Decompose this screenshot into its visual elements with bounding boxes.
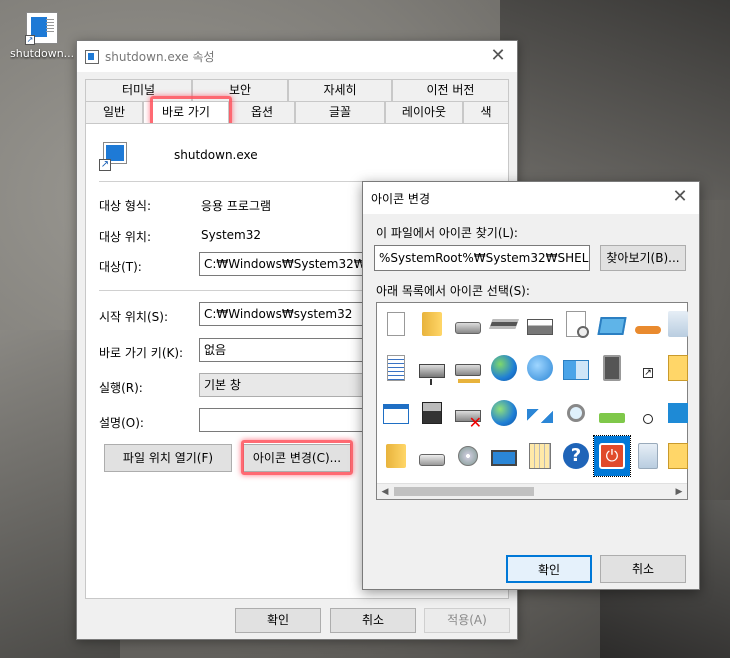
shortcut-arrow-icon[interactable]: ↗ [631,351,665,385]
recycle-bin-icon[interactable] [667,307,689,341]
network-computer-icon[interactable] [523,351,557,385]
folder-settings-icon[interactable] [667,439,689,473]
hand-share-icon[interactable] [631,307,665,341]
monitor-icon[interactable] [487,439,521,473]
globe-cursor-icon[interactable] [487,396,521,430]
desktop-background [500,0,730,200]
ok-button[interactable]: 확인 [235,608,321,633]
tab-options[interactable]: 옵션 [229,101,295,123]
target-location-label: 대상 위치: [99,230,152,244]
icon-list-label: 아래 목록에서 아이콘 선택(S): [376,284,530,298]
cd-drive-icon[interactable] [451,439,485,473]
scroll-left-icon[interactable]: ◀ [377,484,393,500]
floppy-icon[interactable] [415,396,449,430]
icon-list[interactable]: ↗ ✕ ? ⏻ ◀ ▶ [376,302,688,500]
network-icon[interactable] [523,396,557,430]
target-type-value: 응용 프로그램 [201,199,272,213]
tab-colors[interactable]: 색 [463,101,509,123]
desktop-icon-label: shutdown... [10,47,74,60]
magnifier-icon[interactable] [559,396,593,430]
globe-icon[interactable] [487,351,521,385]
shortcut-icon: ↗ [25,12,58,45]
help-icon[interactable]: ? [559,439,593,473]
highlight-marker [150,96,232,126]
memory-chip-icon[interactable] [487,307,521,341]
desktop-shortcut-shutdown[interactable]: ↗ shutdown... [10,12,74,60]
change-icon-dialog: 아이콘 변경 ✕ 이 파일에서 아이콘 찾기(L): %SystemRoot%₩… [362,181,700,590]
icon-path-label: 이 파일에서 아이콘 찾기(L): [376,226,518,240]
scrollbar-thumb[interactable] [394,487,534,496]
apply-button[interactable]: 적용(A) [424,608,510,633]
window-icon[interactable] [379,396,413,430]
comment-label: 설명(O): [99,416,144,430]
title-bar[interactable]: shutdown.exe 속성 ✕ [77,41,517,72]
target-label: 대상(T): [99,260,142,274]
browse-button[interactable]: 찾아보기(B)... [600,245,686,271]
blue-square-icon[interactable] [667,396,689,430]
run-label: 실행(R): [99,381,143,395]
dialog-title: 아이콘 변경 [371,191,431,206]
start-in-label: 시작 위치(S): [99,310,168,324]
tab-general[interactable]: 일반 [85,101,143,123]
file-icon: ↗ [99,141,131,173]
control-panel-icon[interactable] [559,351,593,385]
tab-row-bottom: 일반 바로 가기 옵션 글꼴 레이아웃 색 [85,101,509,124]
folder-icon[interactable] [415,307,449,341]
folder-icon[interactable] [379,439,413,473]
icon-path-field[interactable]: %SystemRoot%₩System32₩SHELL32.dll [374,245,590,271]
horizontal-scrollbar[interactable]: ◀ ▶ [377,483,687,499]
shortcut-key-label: 바로 가기 키(K): [99,346,184,360]
clock-badge-icon[interactable] [631,396,665,430]
folder-settings-icon[interactable] [667,351,689,385]
open-file-location-button[interactable]: 파일 위치 열기(F) [104,444,232,472]
window-title: shutdown.exe 속성 [105,50,215,64]
target-type-label: 대상 형식: [99,199,152,213]
calculator-icon[interactable] [523,439,557,473]
blank-document-icon[interactable] [379,307,413,341]
recycle-bin-icon[interactable] [631,439,665,473]
close-icon[interactable]: ✕ [661,182,699,213]
network-share-icon[interactable] [451,351,485,385]
tab-layout[interactable]: 레이아웃 [385,101,463,123]
close-icon[interactable]: ✕ [479,41,517,72]
power-icon[interactable]: ⏻ [593,435,631,477]
highlight-marker [241,440,353,475]
hard-disk-icon[interactable] [415,439,449,473]
dialog-cancel-button[interactable]: 취소 [600,555,686,583]
tab-row-top: 터미널 보안 자세히 이전 버전 [85,79,509,101]
green-arrow-drive-icon[interactable] [595,396,629,430]
cancel-button[interactable]: 취소 [330,608,416,633]
file-name: shutdown.exe [174,148,258,162]
dialog-ok-button[interactable]: 확인 [506,555,592,583]
clock-document-icon[interactable] [559,307,593,341]
shortcut-arrow-icon: ↗ [25,35,35,45]
disconnected-drive-icon[interactable]: ✕ [451,396,485,431]
text-document-icon[interactable] [379,351,413,385]
dialog-title-bar[interactable]: 아이콘 변경 ✕ [363,182,699,214]
drive-icon[interactable] [451,307,485,341]
tab-details[interactable]: 자세히 [288,79,392,101]
network-drive-icon[interactable] [415,351,449,385]
tab-previous-versions[interactable]: 이전 버전 [392,79,509,101]
app-icon [85,49,99,64]
tab-font[interactable]: 글꼴 [295,101,385,123]
scroll-right-icon[interactable]: ▶ [671,484,687,500]
speaker-icon[interactable] [595,351,629,385]
display-icon[interactable] [595,307,629,341]
target-location-value: System32 [201,228,262,242]
printer-icon[interactable] [523,307,557,341]
